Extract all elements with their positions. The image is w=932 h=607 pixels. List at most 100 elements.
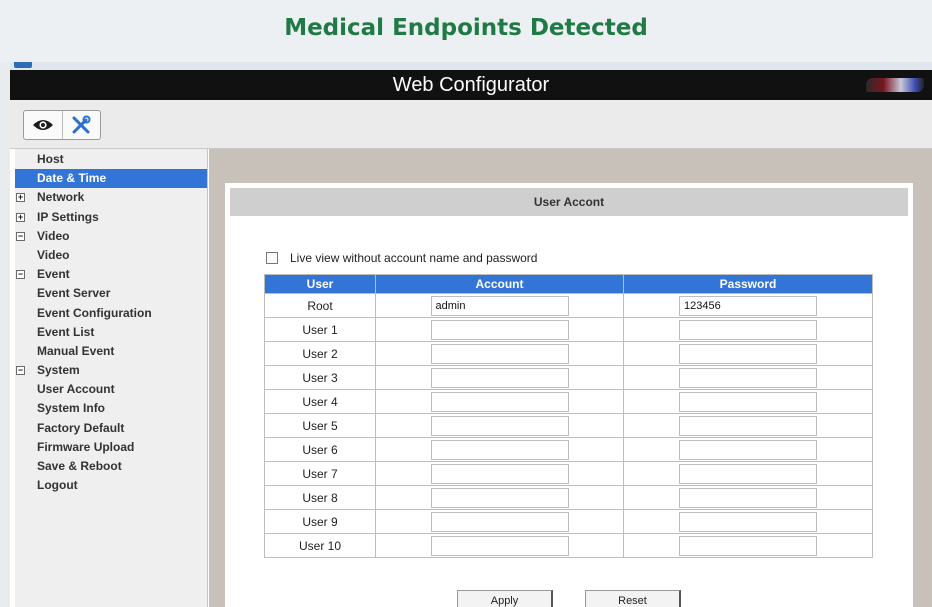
window-tab-icon — [14, 62, 32, 68]
table-row: User 10 — [264, 533, 873, 558]
account-input[interactable] — [430, 391, 569, 412]
panel-title: User Accont — [230, 188, 908, 216]
password-cell — [623, 341, 873, 366]
account-cell — [375, 413, 624, 438]
account-input[interactable] — [430, 463, 569, 484]
password-input[interactable] — [679, 391, 817, 412]
sidebar-item[interactable]: Video — [15, 246, 207, 265]
setup-button[interactable] — [61, 111, 100, 139]
column-header-password: Password — [623, 274, 873, 294]
table-row: User 8 — [264, 485, 873, 510]
account-input[interactable] — [430, 343, 569, 364]
apply-button[interactable]: Apply — [457, 590, 553, 607]
sidebar-item[interactable]: System Info — [15, 399, 207, 418]
user-name-cell: User 1 — [264, 317, 376, 342]
live-view-checkbox[interactable] — [266, 252, 278, 264]
sidebar-item[interactable]: − System — [15, 361, 207, 380]
sidebar-item-label: Event Server — [37, 286, 111, 301]
sidebar-item[interactable]: User Account — [15, 380, 207, 399]
account-cell — [375, 317, 624, 342]
account-input[interactable] — [430, 535, 569, 556]
collapse-icon[interactable]: − — [16, 231, 25, 241]
sidebar-item-label: Event Configuration — [37, 305, 152, 320]
browser-frame: Web Configurator Host Date & Time + Network… — [10, 62, 932, 607]
sidebar-item[interactable]: − Event — [15, 265, 207, 284]
user-table: User Account Password RootUser 1User 2Us… — [264, 274, 873, 558]
password-cell — [623, 485, 873, 510]
reset-button[interactable]: Reset — [585, 590, 681, 607]
account-cell — [375, 437, 624, 462]
user-name-cell: User 2 — [264, 341, 376, 366]
table-row: User 5 — [264, 413, 873, 438]
sidebar-item[interactable]: Save & Reboot — [15, 457, 207, 476]
account-cell — [375, 389, 624, 414]
sidebar-item[interactable]: Event Server — [15, 284, 207, 303]
password-input[interactable] — [679, 511, 817, 532]
password-input[interactable] — [679, 463, 817, 484]
password-input[interactable] — [679, 343, 817, 364]
alert-banner: Medical Endpoints Detected — [0, 0, 932, 62]
account-input[interactable] — [430, 295, 569, 316]
password-input[interactable] — [679, 319, 817, 340]
account-cell — [375, 365, 624, 390]
sidebar-item-label: User Account — [37, 382, 115, 397]
password-cell — [623, 509, 873, 534]
table-header-row: User Account Password — [264, 274, 873, 294]
user-name-cell: User 9 — [264, 509, 376, 534]
toolbar — [10, 100, 932, 149]
table-row: User 7 — [264, 461, 873, 486]
sidebar-item[interactable]: Logout — [15, 476, 207, 495]
account-input[interactable] — [430, 439, 569, 460]
view-mode-group — [23, 110, 101, 140]
password-input[interactable] — [679, 415, 817, 436]
password-input[interactable] — [679, 439, 817, 460]
account-cell — [375, 293, 624, 318]
sidebar-item[interactable]: Factory Default — [15, 419, 207, 438]
sidebar-item[interactable]: Firmware Upload — [15, 438, 207, 457]
table-row: User 4 — [264, 389, 873, 414]
account-cell — [375, 509, 624, 534]
password-cell — [623, 293, 873, 318]
expand-icon[interactable]: + — [16, 193, 25, 203]
user-name-cell: User 7 — [264, 461, 376, 486]
sidebar-item[interactable]: − Video — [15, 227, 207, 246]
password-cell — [623, 389, 873, 414]
sidebar-nav: Host Date & Time + Network + IP Settings − Vide… — [15, 149, 208, 607]
password-cell — [623, 533, 873, 558]
account-input[interactable] — [430, 511, 569, 532]
account-input[interactable] — [430, 367, 569, 388]
sidebar-item-label: Event List — [37, 324, 95, 339]
content-area: User Accont Live view without account na… — [209, 149, 932, 607]
password-input[interactable] — [679, 487, 817, 508]
banner-title: Medical Endpoints Detected — [284, 15, 648, 41]
sidebar-item-label: Save & Reboot — [37, 459, 122, 473]
account-input[interactable] — [430, 415, 569, 436]
sidebar-item-label: System — [37, 363, 80, 378]
expand-icon[interactable]: + — [16, 212, 25, 222]
sidebar-item[interactable]: + Network — [15, 188, 207, 207]
sidebar-item[interactable]: Date & Time — [15, 169, 207, 189]
sidebar-item[interactable]: Event Configuration — [15, 304, 207, 323]
collapse-icon[interactable]: − — [16, 270, 25, 280]
live-view-label: Live view without account name and passw… — [290, 251, 538, 265]
sidebar-item[interactable]: Host — [15, 150, 207, 169]
table-row: User 6 — [264, 437, 873, 462]
live-view-option: Live view without account name and passw… — [266, 251, 537, 265]
password-cell — [623, 413, 873, 438]
password-cell — [623, 365, 873, 390]
sidebar-item[interactable]: + IP Settings — [15, 208, 207, 227]
sidebar-item[interactable]: Event List — [15, 323, 207, 342]
live-view-button[interactable] — [24, 111, 62, 139]
password-input[interactable] — [679, 295, 817, 316]
account-cell — [375, 533, 624, 558]
brand-logo — [866, 78, 924, 92]
sidebar-item-label: IP Settings — [37, 209, 99, 224]
sidebar-item[interactable]: Manual Event — [15, 342, 207, 361]
account-input[interactable] — [430, 487, 569, 508]
password-input[interactable] — [679, 367, 817, 388]
account-input[interactable] — [430, 319, 569, 340]
password-cell — [623, 317, 873, 342]
password-input[interactable] — [679, 535, 817, 556]
collapse-icon[interactable]: − — [16, 366, 25, 376]
account-cell — [375, 341, 624, 366]
